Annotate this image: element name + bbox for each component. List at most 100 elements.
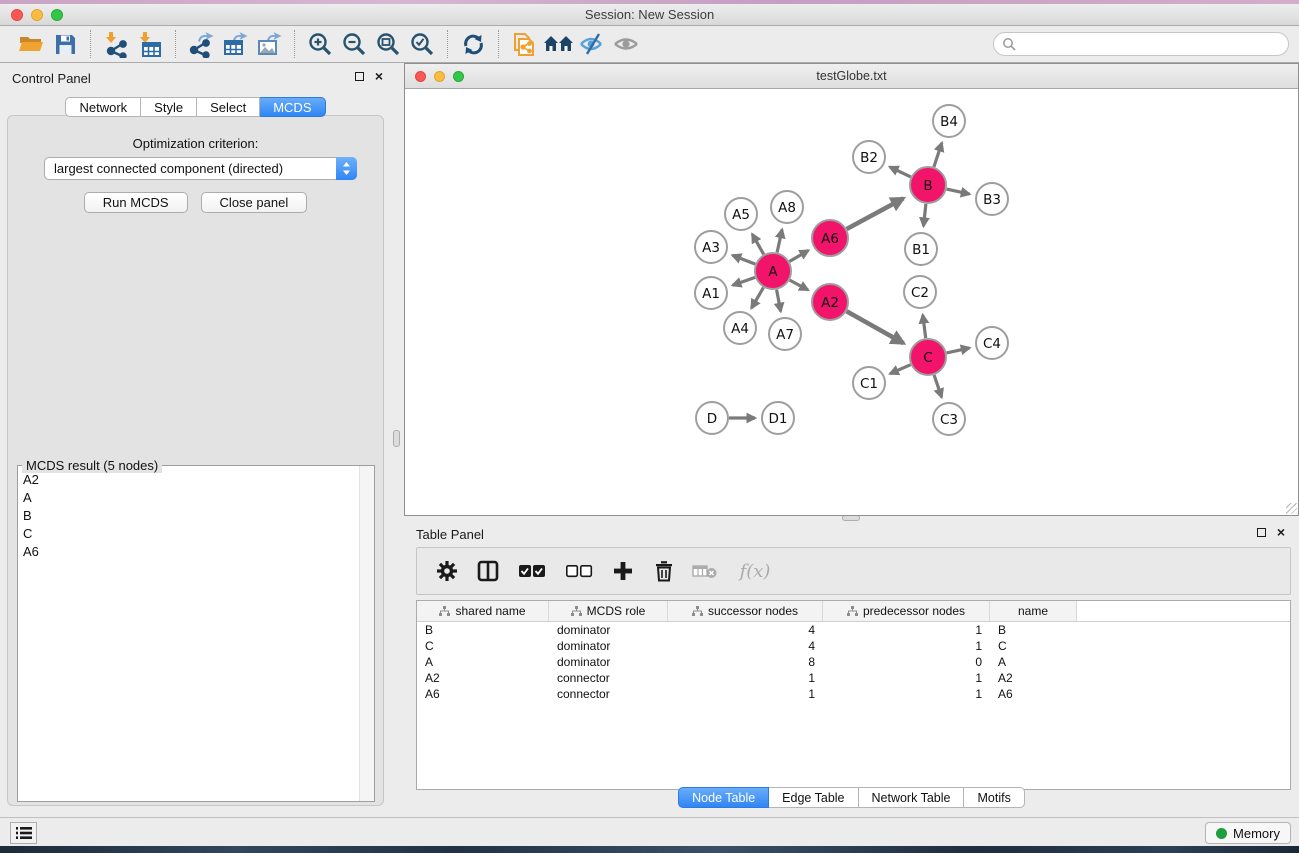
graph-edge-B-B4[interactable]	[934, 143, 942, 167]
result-list-scrollbar[interactable]	[359, 466, 374, 801]
table-row[interactable]: Bdominator41B	[417, 622, 1290, 638]
float-table-panel-icon[interactable]	[1257, 528, 1266, 537]
graph-edge-A-A3[interactable]	[733, 255, 756, 264]
graph-node-B3[interactable]: B3	[976, 183, 1008, 215]
zoom-selected-button[interactable]	[405, 29, 439, 59]
import-network-button[interactable]	[99, 29, 133, 59]
show-columns-button[interactable]	[475, 558, 501, 584]
memory-button[interactable]: Memory	[1205, 822, 1291, 844]
clone-network-button[interactable]	[507, 29, 541, 59]
graph-edge-B-B2[interactable]	[890, 167, 911, 177]
tab-node-table[interactable]: Node Table	[678, 787, 769, 808]
import-table-button[interactable]	[133, 29, 167, 59]
network-window-titlebar[interactable]: testGlobe.txt	[405, 64, 1298, 89]
graph-edge-C-C2[interactable]	[923, 315, 926, 338]
column-header-shared-name[interactable]: shared name	[417, 601, 549, 621]
tab-motifs[interactable]: Motifs	[964, 787, 1024, 808]
result-item[interactable]: A2	[23, 471, 358, 489]
column-header-successor-nodes[interactable]: successor nodes	[668, 601, 823, 621]
graph-edge-A-A7[interactable]	[777, 290, 781, 312]
graph-node-A8[interactable]: A8	[771, 191, 803, 223]
graph-edge-A-A5[interactable]	[752, 234, 763, 254]
delete-column-button[interactable]	[651, 558, 677, 584]
refresh-button[interactable]	[456, 29, 490, 59]
graph-edge-A-A4[interactable]	[752, 287, 764, 308]
graph-node-B4[interactable]: B4	[933, 105, 965, 137]
graph-node-B1[interactable]: B1	[905, 233, 937, 265]
column-header-name[interactable]: name	[990, 601, 1077, 621]
save-session-button[interactable]	[48, 29, 82, 59]
graph-node-C[interactable]: C	[910, 339, 946, 375]
network-canvas[interactable]: AA1A2A3A4A5A6A7A8BB1B2B3B4CC1C2C3C4DD1	[405, 89, 1298, 515]
vertical-splitter-handle[interactable]	[393, 430, 400, 447]
zoom-out-button[interactable]	[337, 29, 371, 59]
result-item[interactable]: A6	[23, 543, 358, 561]
add-column-button[interactable]	[610, 558, 636, 584]
deselect-all-button[interactable]	[563, 558, 595, 584]
tab-style[interactable]: Style	[141, 97, 197, 117]
graph-edge-A-A8[interactable]	[777, 230, 782, 253]
result-item[interactable]: A	[23, 489, 358, 507]
graph-edge-A6-B[interactable]	[847, 198, 904, 229]
close-panel-button[interactable]: Close panel	[201, 192, 308, 213]
tab-mcds[interactable]: MCDS	[260, 97, 325, 117]
graph-node-C3[interactable]: C3	[933, 403, 965, 435]
table-row[interactable]: A6connector11A6	[417, 686, 1290, 702]
graph-node-C2[interactable]: C2	[904, 276, 936, 308]
zoom-in-button[interactable]	[303, 29, 337, 59]
graph-edge-A2-C[interactable]	[847, 311, 904, 343]
close-table-panel-icon[interactable]: ×	[1277, 527, 1285, 537]
graph-node-A2[interactable]: A2	[812, 284, 848, 320]
search-field[interactable]	[993, 32, 1289, 56]
table-row[interactable]: A2connector11A2	[417, 670, 1290, 686]
table-settings-button[interactable]	[434, 558, 460, 584]
tab-network[interactable]: Network	[65, 97, 141, 117]
graph-node-A5[interactable]: A5	[725, 198, 757, 230]
tab-edge-table[interactable]: Edge Table	[769, 787, 858, 808]
tab-select[interactable]: Select	[197, 97, 260, 117]
export-image-button[interactable]	[252, 29, 286, 59]
graph-node-B[interactable]: B	[910, 167, 946, 203]
graph-edge-C-C1[interactable]	[890, 365, 911, 374]
graph-node-A3[interactable]: A3	[695, 231, 727, 263]
select-all-button[interactable]	[516, 558, 548, 584]
graph-edge-C-C3[interactable]	[934, 375, 942, 397]
graph-node-D[interactable]: D	[696, 402, 728, 434]
export-network-button[interactable]	[184, 29, 218, 59]
graph-edge-C-C4[interactable]	[947, 348, 970, 353]
graph-node-D1[interactable]: D1	[762, 402, 794, 434]
run-mcds-button[interactable]: Run MCDS	[84, 192, 188, 213]
float-panel-icon[interactable]	[355, 72, 364, 81]
resize-grip-icon[interactable]	[1286, 503, 1297, 514]
optimization-criterion-select[interactable]: largest connected component (directed)	[44, 157, 357, 180]
graph-node-C4[interactable]: C4	[976, 327, 1008, 359]
close-panel-icon[interactable]: ×	[375, 71, 383, 81]
hide-selected-button[interactable]	[575, 29, 609, 59]
graph-node-A1[interactable]: A1	[695, 277, 727, 309]
graph-edge-A-A2[interactable]	[790, 280, 808, 290]
show-all-button[interactable]	[609, 29, 643, 59]
zoom-fit-button[interactable]	[371, 29, 405, 59]
graph-node-B2[interactable]: B2	[853, 141, 885, 173]
houses-button[interactable]	[541, 29, 575, 59]
panel-menu-button[interactable]	[10, 822, 37, 844]
graph-node-A4[interactable]: A4	[724, 312, 756, 344]
table-row[interactable]: Adominator80A	[417, 654, 1290, 670]
graph-node-A7[interactable]: A7	[769, 318, 801, 350]
window-titlebar[interactable]: Session: New Session	[0, 4, 1299, 26]
column-header-predecessor-nodes[interactable]: predecessor nodes	[823, 601, 990, 621]
export-table-button[interactable]	[218, 29, 252, 59]
open-session-button[interactable]	[14, 29, 48, 59]
graph-edge-A-A6[interactable]	[789, 251, 808, 262]
search-input[interactable]	[1016, 34, 1288, 54]
column-header-MCDS-role[interactable]: MCDS role	[549, 601, 668, 621]
graph-node-C1[interactable]: C1	[853, 367, 885, 399]
graph-edge-B-B3[interactable]	[947, 189, 970, 194]
result-item[interactable]: C	[23, 525, 358, 543]
table-row[interactable]: Cdominator41C	[417, 638, 1290, 654]
tab-network-table[interactable]: Network Table	[859, 787, 965, 808]
graph-edge-B-B1[interactable]	[924, 204, 926, 226]
graph-node-A6[interactable]: A6	[812, 220, 848, 256]
result-item[interactable]: B	[23, 507, 358, 525]
graph-edge-A-A1[interactable]	[733, 277, 755, 285]
